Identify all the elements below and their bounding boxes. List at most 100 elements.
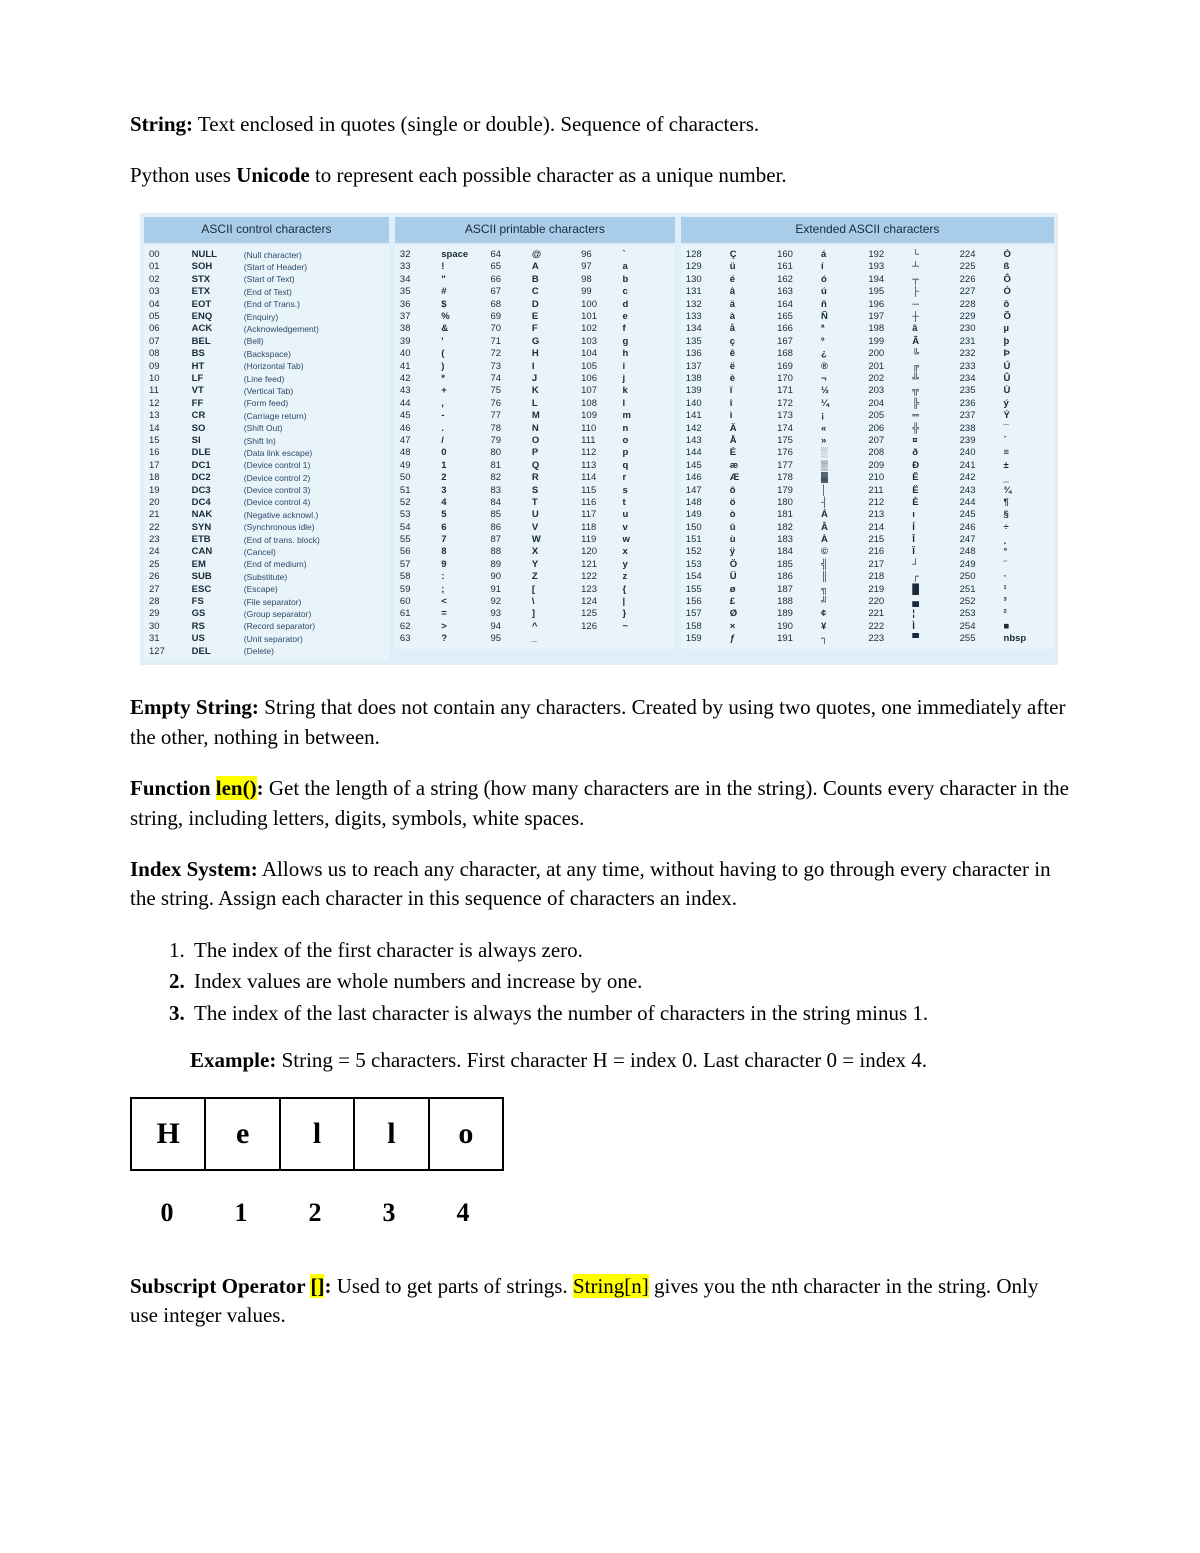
ascii-row: 30RS(Record separator) [148, 620, 385, 632]
ascii-row: 05ENQ(Enquiry) [148, 311, 385, 323]
hello-char: e [206, 1099, 280, 1169]
ascii-table: ASCII control characters 00NULL(Null cha… [140, 213, 1058, 666]
ascii-row: 48080P112p [399, 447, 671, 459]
ascii-row: 41)73I105i [399, 360, 671, 372]
ascii-row: 11VT(Vertical Tab) [148, 385, 385, 397]
ascii-row: 133à165Ñ197┼229Õ [685, 311, 1050, 323]
ascii-row: 155ø187╗219█251¹ [685, 583, 1050, 595]
ascii-row: 20DC4(Device control 4) [148, 496, 385, 508]
hello-chars-row: H e l l o [130, 1097, 504, 1171]
text: String that does not contain any charact… [130, 695, 1065, 748]
ascii-row: 32space64@96` [399, 249, 671, 261]
hello-char: o [430, 1099, 502, 1169]
ascii-row: 151ù183À215Î247¸ [685, 534, 1050, 546]
ascii-row: 146Æ178▓210Ê242‗ [685, 472, 1050, 484]
ascii-row: 50282R114r [399, 472, 671, 484]
ascii-row: 22SYN(Synchronous idle) [148, 521, 385, 533]
paragraph-subscript: Subscript Operator []: Used to get parts… [130, 1272, 1070, 1331]
hello-index: 2 [278, 1195, 352, 1231]
ascii-row: 53585U117u [399, 509, 671, 521]
ascii-row: 49181Q113q [399, 459, 671, 471]
ascii-row: 56888X120x [399, 546, 671, 558]
ascii-row: 157Ø189¢221¦253² [685, 608, 1050, 620]
ascii-row: 06ACK(Acknowledgement) [148, 323, 385, 335]
ascii-row: 24CAN(Cancel) [148, 546, 385, 558]
ascii-extended-header: Extended ASCII characters [681, 217, 1054, 243]
ascii-row: 04EOT(End of Trans.) [148, 298, 385, 310]
ascii-control-body: 00NULL(Null character)01SOH(Start of Hea… [144, 245, 389, 662]
term-subscript: Subscript Operator [130, 1274, 310, 1298]
ascii-row: 154Ü186║218┌250· [685, 571, 1050, 583]
ascii-row: 36$68D100d [399, 298, 671, 310]
ascii-row: 40(72H104h [399, 348, 671, 360]
ascii-row: 152ÿ184©216Ï248° [685, 546, 1050, 558]
list-item: The index of the last character is alway… [190, 999, 1070, 1028]
ascii-row: 134å166ª198ã230µ [685, 323, 1050, 335]
ascii-row: 21NAK(Negative acknowl.) [148, 509, 385, 521]
text: Get the length of a string (how many cha… [130, 776, 1069, 829]
ascii-control-header: ASCII control characters [144, 217, 389, 243]
list-item: Index values are whole numbers and incre… [190, 967, 1070, 996]
ascii-row: 148ö180┤212È244¶ [685, 496, 1050, 508]
ascii-extended-col: Extended ASCII characters 128Ç160á192└22… [681, 217, 1054, 662]
ascii-row: 57989Y121y [399, 558, 671, 570]
ascii-row: 153Ö185╣217┘249¨ [685, 558, 1050, 570]
hello-char: H [132, 1099, 206, 1169]
colon: : [257, 776, 264, 800]
ascii-row: 44,76L108l [399, 397, 671, 409]
ascii-row: 144É176░208ð240≡ [685, 447, 1050, 459]
ascii-row: 34"66B98b [399, 273, 671, 285]
ascii-row: 08BS(Backspace) [148, 348, 385, 360]
ascii-row: 140î172¼204╠236ý [685, 397, 1050, 409]
paragraph-empty-string: Empty String: String that does not conta… [130, 693, 1070, 752]
term-unicode: Unicode [236, 163, 310, 187]
ascii-row: 52484T116t [399, 496, 671, 508]
text: Used to get parts of strings. [331, 1274, 572, 1298]
ascii-row: 28FS(File separator) [148, 596, 385, 608]
ascii-row: 33!65A97a [399, 261, 671, 273]
ascii-row: 139ï171½203╦235Ù [685, 385, 1050, 397]
highlight-string-n: String[n] [573, 1274, 649, 1298]
ascii-row: 15SI(Shift In) [148, 434, 385, 446]
ascii-row: 129ü161í193┴225ß [685, 261, 1050, 273]
ascii-row: 127DEL(Delete) [148, 645, 385, 657]
ascii-row: 135ç167º199Ã231þ [685, 335, 1050, 347]
hello-index: 0 [130, 1195, 204, 1231]
ascii-row: 12FF(Form feed) [148, 397, 385, 409]
hello-char: l [281, 1099, 355, 1169]
ascii-row: 55787W119w [399, 534, 671, 546]
ascii-row: 45-77M109m [399, 410, 671, 422]
ascii-row: 130é162ó194┬226Ô [685, 273, 1050, 285]
ascii-row: 18DC2(Device control 2) [148, 472, 385, 484]
ascii-row: 43+75K107k [399, 385, 671, 397]
ascii-row: 62>94^126~ [399, 620, 671, 632]
ascii-row: 131â163ú195├227Ò [685, 286, 1050, 298]
term-index-system: Index System: [130, 857, 258, 881]
ascii-row: 61=93]125} [399, 608, 671, 620]
ascii-row: 59;91[123{ [399, 583, 671, 595]
paragraph-index-system: Index System: Allows us to reach any cha… [130, 855, 1070, 914]
ascii-row: 09HT(Horizontal Tab) [148, 360, 385, 372]
hello-char: l [355, 1099, 429, 1169]
ascii-row: 16DLE(Data link escape) [148, 447, 385, 459]
ascii-row: 10LF(Line feed) [148, 372, 385, 384]
example-line: Example: String = 5 characters. First ch… [190, 1046, 1070, 1075]
ascii-row: 142Ä174«206╬238¯ [685, 422, 1050, 434]
text: Text enclosed in quotes (single or doubl… [193, 112, 759, 136]
ascii-row: 01SOH(Start of Header) [148, 261, 385, 273]
ascii-extended-body: 128Ç160á192└224Ó129ü161í193┴225ß130é162ó… [681, 245, 1054, 650]
ascii-row: 38&70F102f [399, 323, 671, 335]
ascii-row: 00NULL(Null character) [148, 249, 385, 261]
ascii-printable-body: 32space64@96`33!65A97a34"66B98b35#67C99c… [395, 245, 675, 650]
ascii-row: 54686V118v [399, 521, 671, 533]
ascii-row: 46.78N110n [399, 422, 671, 434]
paragraph-unicode: Python uses Unicode to represent each po… [130, 161, 1070, 190]
list-item: The index of the first character is alwa… [190, 936, 1070, 965]
ascii-row: 37%69E101e [399, 311, 671, 323]
ascii-row: 23ETB(End of trans. block) [148, 534, 385, 546]
hello-index: 3 [352, 1195, 426, 1231]
ascii-row: 02STX(Start of Text) [148, 273, 385, 285]
paragraph-len: Function len(): Get the length of a stri… [130, 774, 1070, 833]
ascii-row: 26SUB(Substitute) [148, 571, 385, 583]
ascii-row: 39'71G103g [399, 335, 671, 347]
